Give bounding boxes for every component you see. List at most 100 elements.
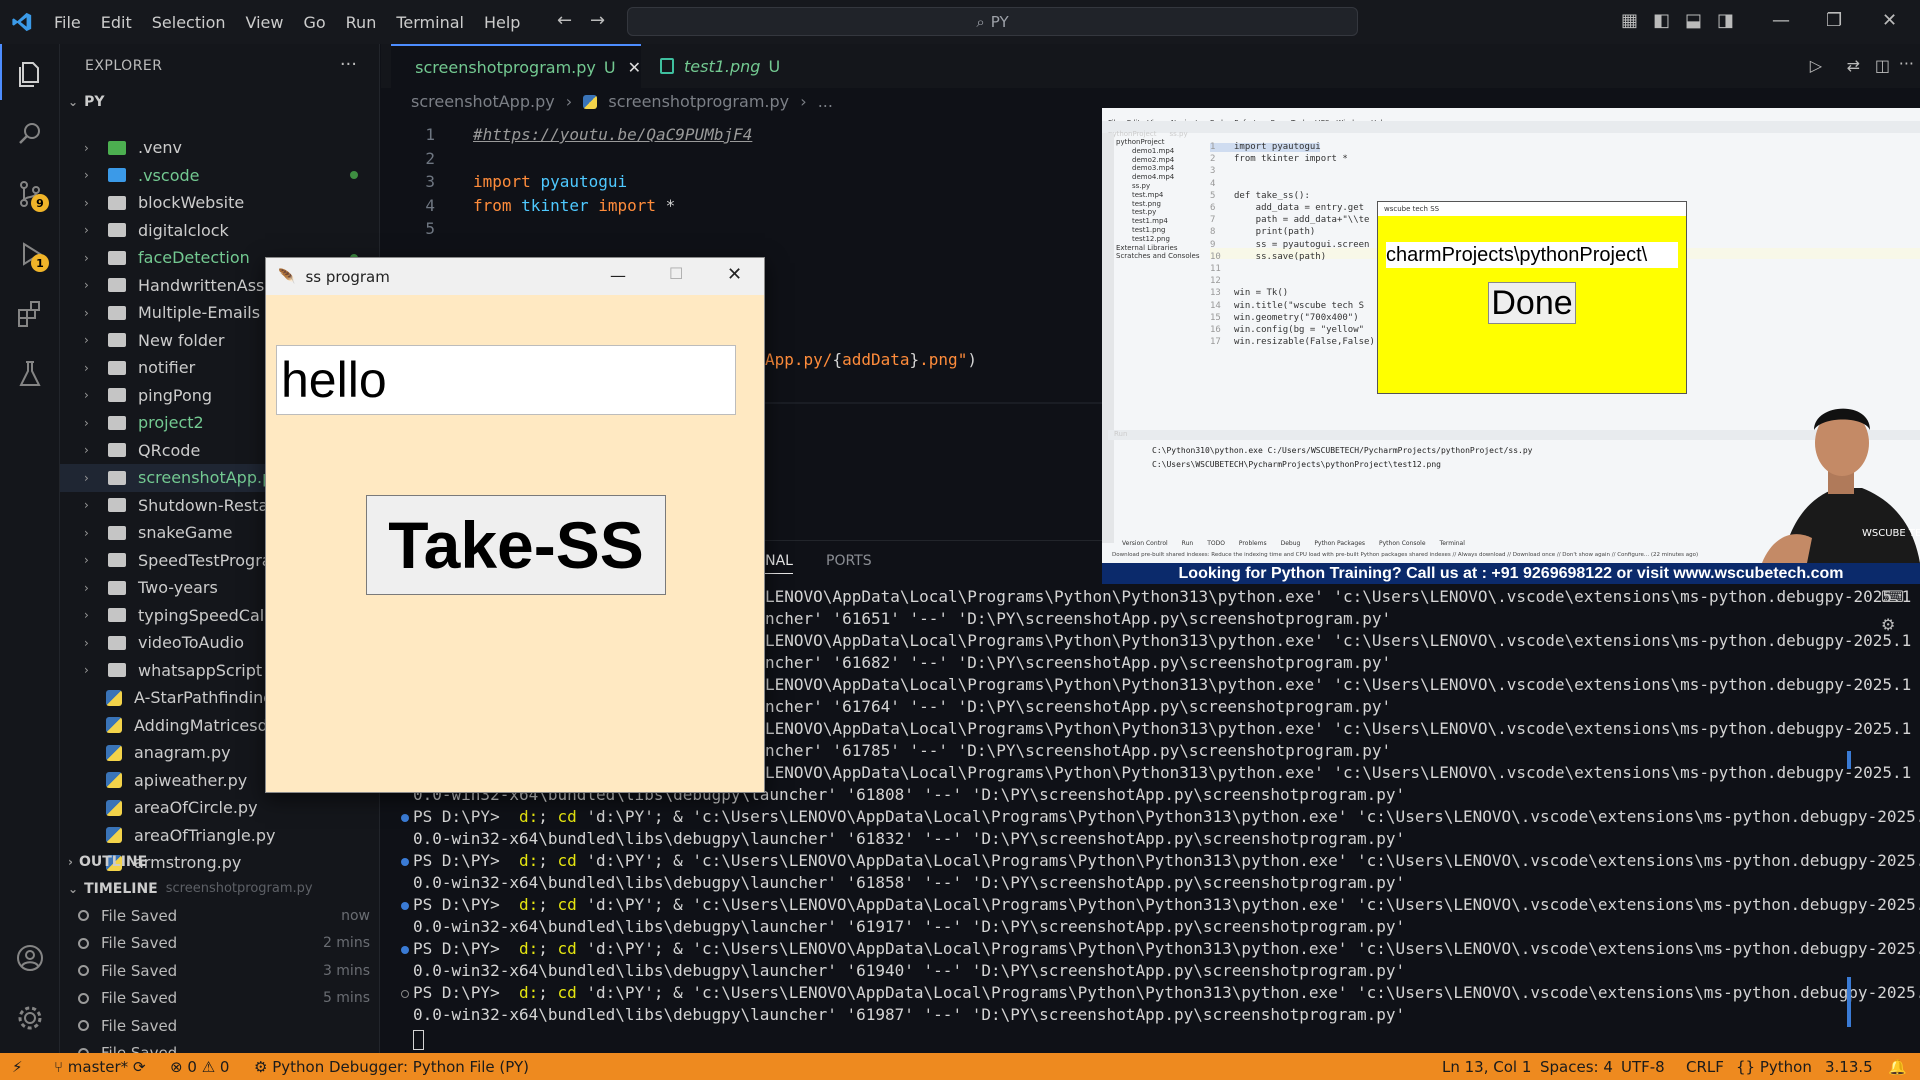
toggle-panel-icon[interactable]: ⬓ [1685,10,1702,31]
toggle-secondary-sidebar-icon[interactable]: ◨ [1717,10,1734,31]
menu-bar: File Edit Selection View Go Run Terminal Help [44,13,530,32]
indentation[interactable]: Spaces: 4 [1540,1058,1613,1076]
debug-console-icon[interactable]: ⚙ [1881,615,1895,634]
tk-close-icon[interactable]: ✕ [727,264,742,285]
list-item-label: snakeGame [138,523,233,543]
list-item-folder[interactable]: › digitalclock [60,217,379,245]
debug-config-icon: ⚙ [254,1058,273,1076]
restore-icon[interactable]: ❐ [1826,10,1842,31]
search-view-icon[interactable] [14,118,46,150]
menu-selection[interactable]: Selection [152,13,226,32]
timeline-item[interactable]: File Saved [60,1040,379,1053]
branch-item[interactable]: ⑂ master* ⟳ [54,1058,146,1076]
command-status-marker[interactable] [401,814,409,822]
command-status-marker[interactable] [401,946,409,954]
accounts-icon[interactable] [14,942,46,974]
timeline-item[interactable]: File Saved now [60,902,379,930]
pycharm-bottom-tab: Problems [1238,540,1267,547]
encoding[interactable]: UTF-8 [1621,1058,1665,1076]
notifications-bell-icon[interactable]: 🔔 [1888,1058,1907,1076]
braces-icon: {} [1736,1058,1760,1076]
explorer-icon[interactable] [14,58,46,90]
list-item-label: pingPong [138,385,213,405]
editor-tabs: screenshotprogram.py U ✕ test1.png U ▷ ⇄… [381,44,1920,88]
manage-gear-icon[interactable] [14,1002,46,1034]
breadcrumb-file[interactable]: screenshotprogram.py [608,92,789,111]
workspace-root[interactable]: ⌄ PY [60,88,379,115]
pycharm-code-line: win.config(bg = "yellow" [1234,325,1365,335]
customize-layout-icon[interactable]: ▦ [1621,10,1638,31]
tk-minimize-icon[interactable]: — [610,266,626,285]
menu-file[interactable]: File [54,13,81,32]
menu-terminal[interactable]: Terminal [396,13,464,32]
timeline-item[interactable]: File Saved [60,1012,379,1040]
menu-run[interactable]: Run [346,13,377,32]
timeline-section[interactable]: ⌄ TIMELINE screenshotprogram.py [60,875,379,902]
menu-go[interactable]: Go [303,13,325,32]
breadcrumb-folder[interactable]: screenshotApp.py [411,92,555,111]
problems-item[interactable]: ⊗ 0 ⚠ 0 [170,1058,229,1076]
tab-screenshotprogram[interactable]: screenshotprogram.py U ✕ [391,44,641,88]
chevron-right-icon: › [84,635,89,650]
more-actions-icon[interactable]: ··· [340,54,357,75]
close-icon[interactable]: ✕ [1882,10,1897,31]
list-item-file[interactable]: areaOfCircle.py [60,794,379,822]
tab-close-icon[interactable]: ✕ [628,58,641,77]
terminal-line: 0.0-win32-x64\bundled\libs\debugpy\launc… [413,917,1406,936]
remote-icon[interactable]: ⚡ [12,1058,23,1076]
menu-view[interactable]: View [246,13,284,32]
list-item-folder[interactable]: › .venv [60,134,379,162]
list-item-folder[interactable]: › blockWebsite [60,189,379,217]
pycharm-code-line: path = add_data+"\\te [1234,215,1370,226]
pycharm-line-number: 1 [1210,142,1216,152]
list-item-folder[interactable]: › .vscode [60,162,379,190]
terminal-shell-icon[interactable]: ⌨ [1881,587,1904,606]
language-mode[interactable]: {} Python [1736,1058,1812,1076]
pycharm-line-number: 10 [1210,251,1221,262]
timeline-item[interactable]: File Saved 2 mins [60,930,379,958]
minimize-icon[interactable]: — [1772,10,1790,31]
pycharm-code-line: def take_ss(): [1234,190,1310,201]
tab-test1-png[interactable]: test1.png U [646,44,826,88]
terminal-line: PS D:\PY> d:; cd 'd:\PY'; & 'c:\Users\LE… [413,807,1920,826]
timeline-label: File Saved [101,1044,177,1053]
more-icon[interactable]: ··· [1899,54,1914,73]
menu-help[interactable]: Help [484,13,520,32]
command-status-marker[interactable] [401,858,409,866]
breadcrumb-more[interactable]: ... [818,92,833,111]
timeline-dot-icon [78,910,89,922]
pycharm-tree-item: demo2.mp4 [1132,155,1175,164]
cursor-position[interactable]: Ln 13, Col 1 [1442,1058,1531,1076]
tk-maximize-icon[interactable]: ☐ [669,264,683,283]
terminal-line: 0.0-win32-x64\bundled\libs\debugpy\launc… [413,1005,1406,1024]
warning-count: 0 [219,1058,230,1076]
outline-section[interactable]: › OUTLINE [60,848,379,875]
debugger-item[interactable]: ⚙ Python Debugger: Python File (PY) [254,1058,529,1076]
toggle-sidebar-icon[interactable]: ◧ [1653,10,1670,31]
back-arrow-icon[interactable]: ← [557,10,572,31]
list-item-label: videoToAudio [138,633,245,653]
command-status-marker[interactable] [401,902,409,910]
command-status-marker[interactable] [401,990,409,998]
testing-icon[interactable] [14,358,46,390]
split-editor-icon[interactable]: ◫ [1875,56,1890,75]
run-file-icon[interactable]: ▷ [1810,56,1822,75]
timeline-item[interactable]: File Saved 5 mins [60,985,379,1013]
terminal-line: PS D:\PY> d:; cd 'd:\PY'; & 'c:\Users\LE… [413,851,1920,870]
extensions-icon[interactable] [14,298,46,330]
list-item-label: whatsappScript [138,660,263,680]
timeline-item[interactable]: File Saved 3 mins [60,957,379,985]
line-ending[interactable]: CRLF [1686,1058,1724,1076]
take-ss-button[interactable]: Take-SS [366,495,666,595]
list-item-file[interactable]: areaOfTriangle.py [60,822,379,850]
command-center-search[interactable]: ⌕ PY [627,7,1358,36]
compare-icon[interactable]: ⇄ [1847,56,1860,75]
pycharm-line-number: 12 [1210,276,1221,287]
tab-terminal[interactable]: INAL [761,553,793,574]
tab-ports[interactable]: PORTS [826,553,872,569]
forward-arrow-icon[interactable]: → [590,10,605,31]
menu-edit[interactable]: Edit [101,13,132,32]
python-version[interactable]: 3.13.5 [1825,1058,1873,1076]
filename-entry[interactable]: hello [276,345,736,415]
scrollbar-thumb[interactable] [1847,977,1851,1027]
